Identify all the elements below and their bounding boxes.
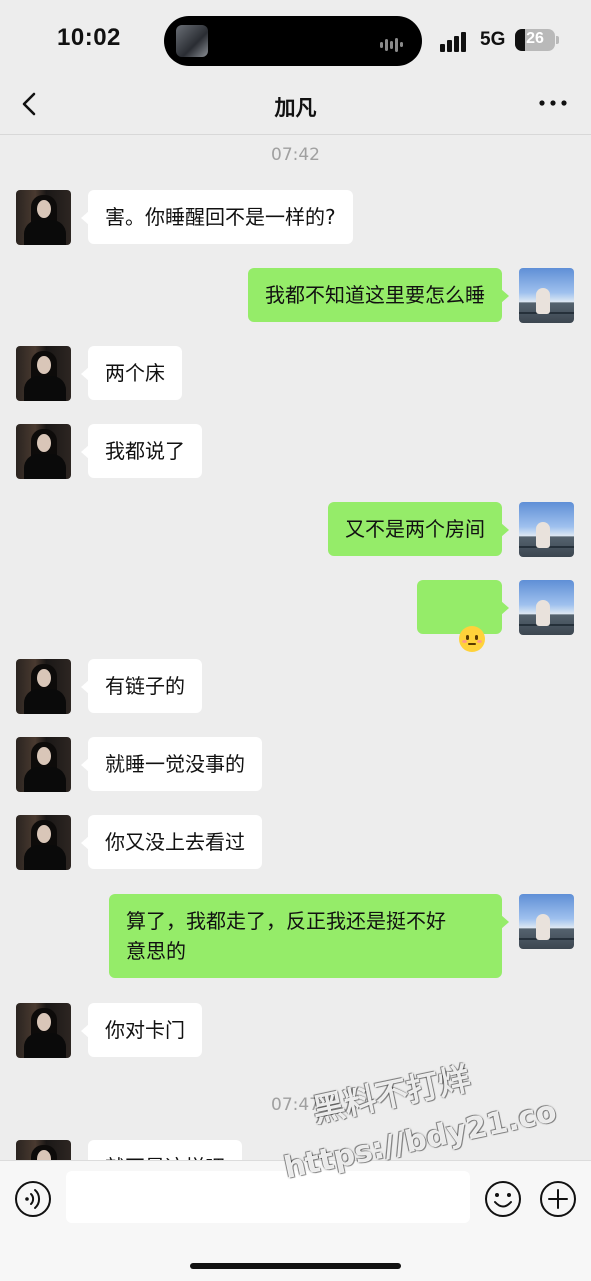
received-message[interactable]: 你对卡门 (81, 1003, 202, 1057)
dynamic-island[interactable] (164, 16, 422, 66)
sent-message[interactable]: 我都不知道这里要怎么睡 (248, 268, 509, 322)
more-functions-button[interactable] (539, 1180, 577, 1218)
sent-message[interactable]: 算了，我都走了，反正我还是挺不好 意思的 (109, 894, 509, 978)
battery-icon: 26 (515, 29, 555, 51)
my-avatar[interactable] (519, 268, 574, 323)
chat-header: 加凡 (0, 80, 591, 135)
received-message[interactable]: 害。你睡醒回不是一样的? (81, 190, 353, 244)
contact-avatar[interactable] (16, 190, 71, 245)
received-message[interactable]: 我都说了 (81, 424, 202, 478)
received-message[interactable]: 两个床 (81, 346, 182, 400)
more-button[interactable] (537, 90, 569, 116)
blushing-smile-emoji (459, 625, 485, 652)
contact-avatar[interactable] (16, 346, 71, 401)
battery-nub (556, 36, 559, 44)
battery-level: 26 (526, 30, 544, 47)
my-avatar[interactable] (519, 502, 574, 557)
plus-circle-icon (540, 1181, 576, 1217)
my-avatar[interactable] (519, 580, 574, 635)
timestamp: 07:47 (271, 1095, 320, 1115)
contact-avatar[interactable] (16, 659, 71, 714)
more-dots-icon (539, 100, 567, 106)
status-bar: 10:02 5G 26 (0, 0, 591, 80)
sent-message[interactable]: 又不是两个房间 (328, 502, 509, 556)
emoji-button[interactable] (484, 1180, 522, 1218)
voice-button[interactable] (14, 1180, 52, 1218)
network-type: 5G (480, 29, 506, 50)
media-thumbnail (176, 25, 208, 57)
received-message[interactable]: 有链子的 (81, 659, 202, 713)
audio-wave-icon (380, 34, 408, 52)
my-avatar[interactable] (519, 894, 574, 949)
contact-avatar[interactable] (16, 1003, 71, 1058)
voice-icon (15, 1181, 51, 1217)
received-message[interactable]: 就不是这样吧 (88, 1140, 242, 1160)
contact-avatar[interactable] (16, 424, 71, 479)
sent-emoji-message[interactable] (416, 580, 510, 652)
contact-avatar[interactable] (16, 815, 71, 870)
home-indicator[interactable] (190, 1263, 401, 1269)
contact-avatar[interactable] (16, 1140, 71, 1160)
status-time: 10:02 (57, 24, 121, 51)
message-list[interactable]: 07:42 害。你睡醒回不是一样的? 我都不知道这里要怎么睡 两个床 我都说了 … (0, 135, 591, 1160)
received-message[interactable]: 你又没上去看过 (81, 815, 262, 869)
timestamp: 07:42 (271, 145, 320, 165)
contact-avatar[interactable] (16, 737, 71, 792)
signal-icon (440, 30, 472, 52)
received-message[interactable]: 就睡一觉没事的 (81, 737, 262, 791)
input-bar (0, 1160, 591, 1281)
message-input[interactable] (66, 1171, 470, 1223)
contact-name: 加凡 (274, 96, 317, 120)
emoji-icon (485, 1181, 521, 1217)
